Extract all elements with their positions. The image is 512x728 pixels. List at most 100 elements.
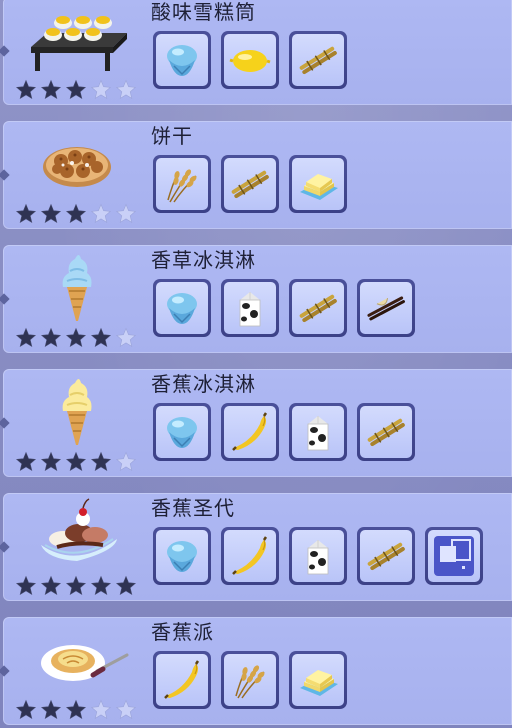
banana-icon (224, 406, 276, 458)
dish-name: 饼干 (151, 124, 193, 148)
ingredient-slot[interactable] (153, 31, 211, 89)
any-ingredient-icon (428, 530, 480, 582)
dish-name: 酸味雪糕筒 (151, 0, 256, 24)
star-rating (15, 575, 137, 597)
recipe-row[interactable]: 香蕉圣代 (0, 493, 512, 601)
star-rating (15, 79, 137, 101)
ingredient-list (153, 403, 415, 461)
butter-icon (292, 654, 344, 706)
star-filled-icon (65, 575, 87, 596)
row-pointer-marker (0, 541, 10, 553)
ingredient-slot[interactable] (425, 527, 483, 585)
vanilla-icon (360, 282, 412, 334)
ingredient-slot[interactable] (153, 279, 211, 337)
star-filled-icon (90, 575, 112, 596)
star-rating (15, 203, 137, 225)
ingredient-slot[interactable] (153, 155, 211, 213)
ingredient-slot[interactable] (153, 403, 211, 461)
recipe-row[interactable]: 酸味雪糕筒 (0, 0, 512, 105)
ingredient-slot[interactable] (289, 31, 347, 89)
ingredient-slot[interactable] (153, 527, 211, 585)
cookies-plate-icon (17, 123, 137, 199)
ingredient-slot[interactable] (221, 31, 279, 89)
ingredient-slot[interactable] (153, 651, 211, 709)
ice-icon (156, 406, 208, 458)
star-empty-icon (115, 327, 137, 348)
ingredient-list (153, 651, 347, 709)
ice-icon (156, 530, 208, 582)
banana-pie-icon (17, 619, 137, 695)
star-filled-icon (65, 203, 87, 224)
row-pointer-marker (0, 665, 10, 677)
butter-icon (292, 158, 344, 210)
star-filled-icon (40, 79, 62, 100)
recipe-row[interactable]: 香蕉派 (0, 617, 512, 725)
banana-icon (224, 530, 276, 582)
recipe-row[interactable]: 饼干 (0, 121, 512, 229)
ingredient-list (153, 155, 347, 213)
recipe-list: 酸味雪糕筒饼干香草冰淇淋香蕉冰淇淋香蕉圣代香蕉派 (0, 0, 512, 728)
sugarcane-icon (292, 282, 344, 334)
star-filled-icon (40, 451, 62, 472)
milk-carton-icon (292, 530, 344, 582)
ingredient-slot[interactable] (221, 155, 279, 213)
ingredient-slot[interactable] (289, 403, 347, 461)
star-filled-icon (15, 699, 37, 720)
row-pointer-marker (0, 45, 10, 57)
ingredient-list (153, 279, 415, 337)
banana-ice-cream-cone-icon (17, 371, 137, 447)
star-empty-icon (90, 699, 112, 720)
banana-icon (156, 654, 208, 706)
dish-name: 香蕉圣代 (151, 496, 235, 520)
ingredient-slot[interactable] (221, 651, 279, 709)
lemon-custard-tray-icon (17, 0, 137, 75)
dish-name: 香草冰淇淋 (151, 248, 256, 272)
ingredient-list (153, 527, 483, 585)
star-filled-icon (15, 327, 37, 348)
star-rating (15, 699, 137, 721)
recipe-row[interactable]: 香蕉冰淇淋 (0, 369, 512, 477)
sugarcane-icon (360, 530, 412, 582)
star-filled-icon (65, 451, 87, 472)
star-filled-icon (65, 79, 87, 100)
star-empty-icon (115, 699, 137, 720)
ice-icon (156, 282, 208, 334)
star-filled-icon (15, 203, 37, 224)
ingredient-slot[interactable] (357, 527, 415, 585)
banana-split-icon (17, 495, 137, 571)
star-filled-icon (90, 451, 112, 472)
star-filled-icon (15, 575, 37, 596)
ingredient-slot[interactable] (289, 651, 347, 709)
star-empty-icon (115, 79, 137, 100)
star-filled-icon (15, 451, 37, 472)
ingredient-slot[interactable] (357, 279, 415, 337)
row-pointer-marker (0, 417, 10, 429)
dish-name: 香蕉冰淇淋 (151, 372, 256, 396)
star-rating (15, 451, 137, 473)
recipe-row[interactable]: 香草冰淇淋 (0, 245, 512, 353)
dish-name: 香蕉派 (151, 620, 214, 644)
milk-carton-icon (292, 406, 344, 458)
ingredient-slot[interactable] (357, 403, 415, 461)
ingredient-slot[interactable] (289, 279, 347, 337)
star-empty-icon (90, 79, 112, 100)
ingredient-slot[interactable] (289, 527, 347, 585)
ingredient-slot[interactable] (221, 279, 279, 337)
ingredient-slot[interactable] (221, 527, 279, 585)
sugarcane-icon (292, 34, 344, 86)
star-filled-icon (15, 79, 37, 100)
ice-icon (156, 34, 208, 86)
star-filled-icon (40, 203, 62, 224)
ingredient-list (153, 31, 347, 89)
ingredient-slot[interactable] (221, 403, 279, 461)
ingredient-slot[interactable] (289, 155, 347, 213)
star-empty-icon (115, 451, 137, 472)
star-filled-icon (40, 699, 62, 720)
star-rating (15, 327, 137, 349)
lemon-icon (224, 34, 276, 86)
wheat-icon (224, 654, 276, 706)
star-filled-icon (40, 327, 62, 348)
star-empty-icon (90, 203, 112, 224)
milk-carton-icon (224, 282, 276, 334)
sugarcane-icon (360, 406, 412, 458)
